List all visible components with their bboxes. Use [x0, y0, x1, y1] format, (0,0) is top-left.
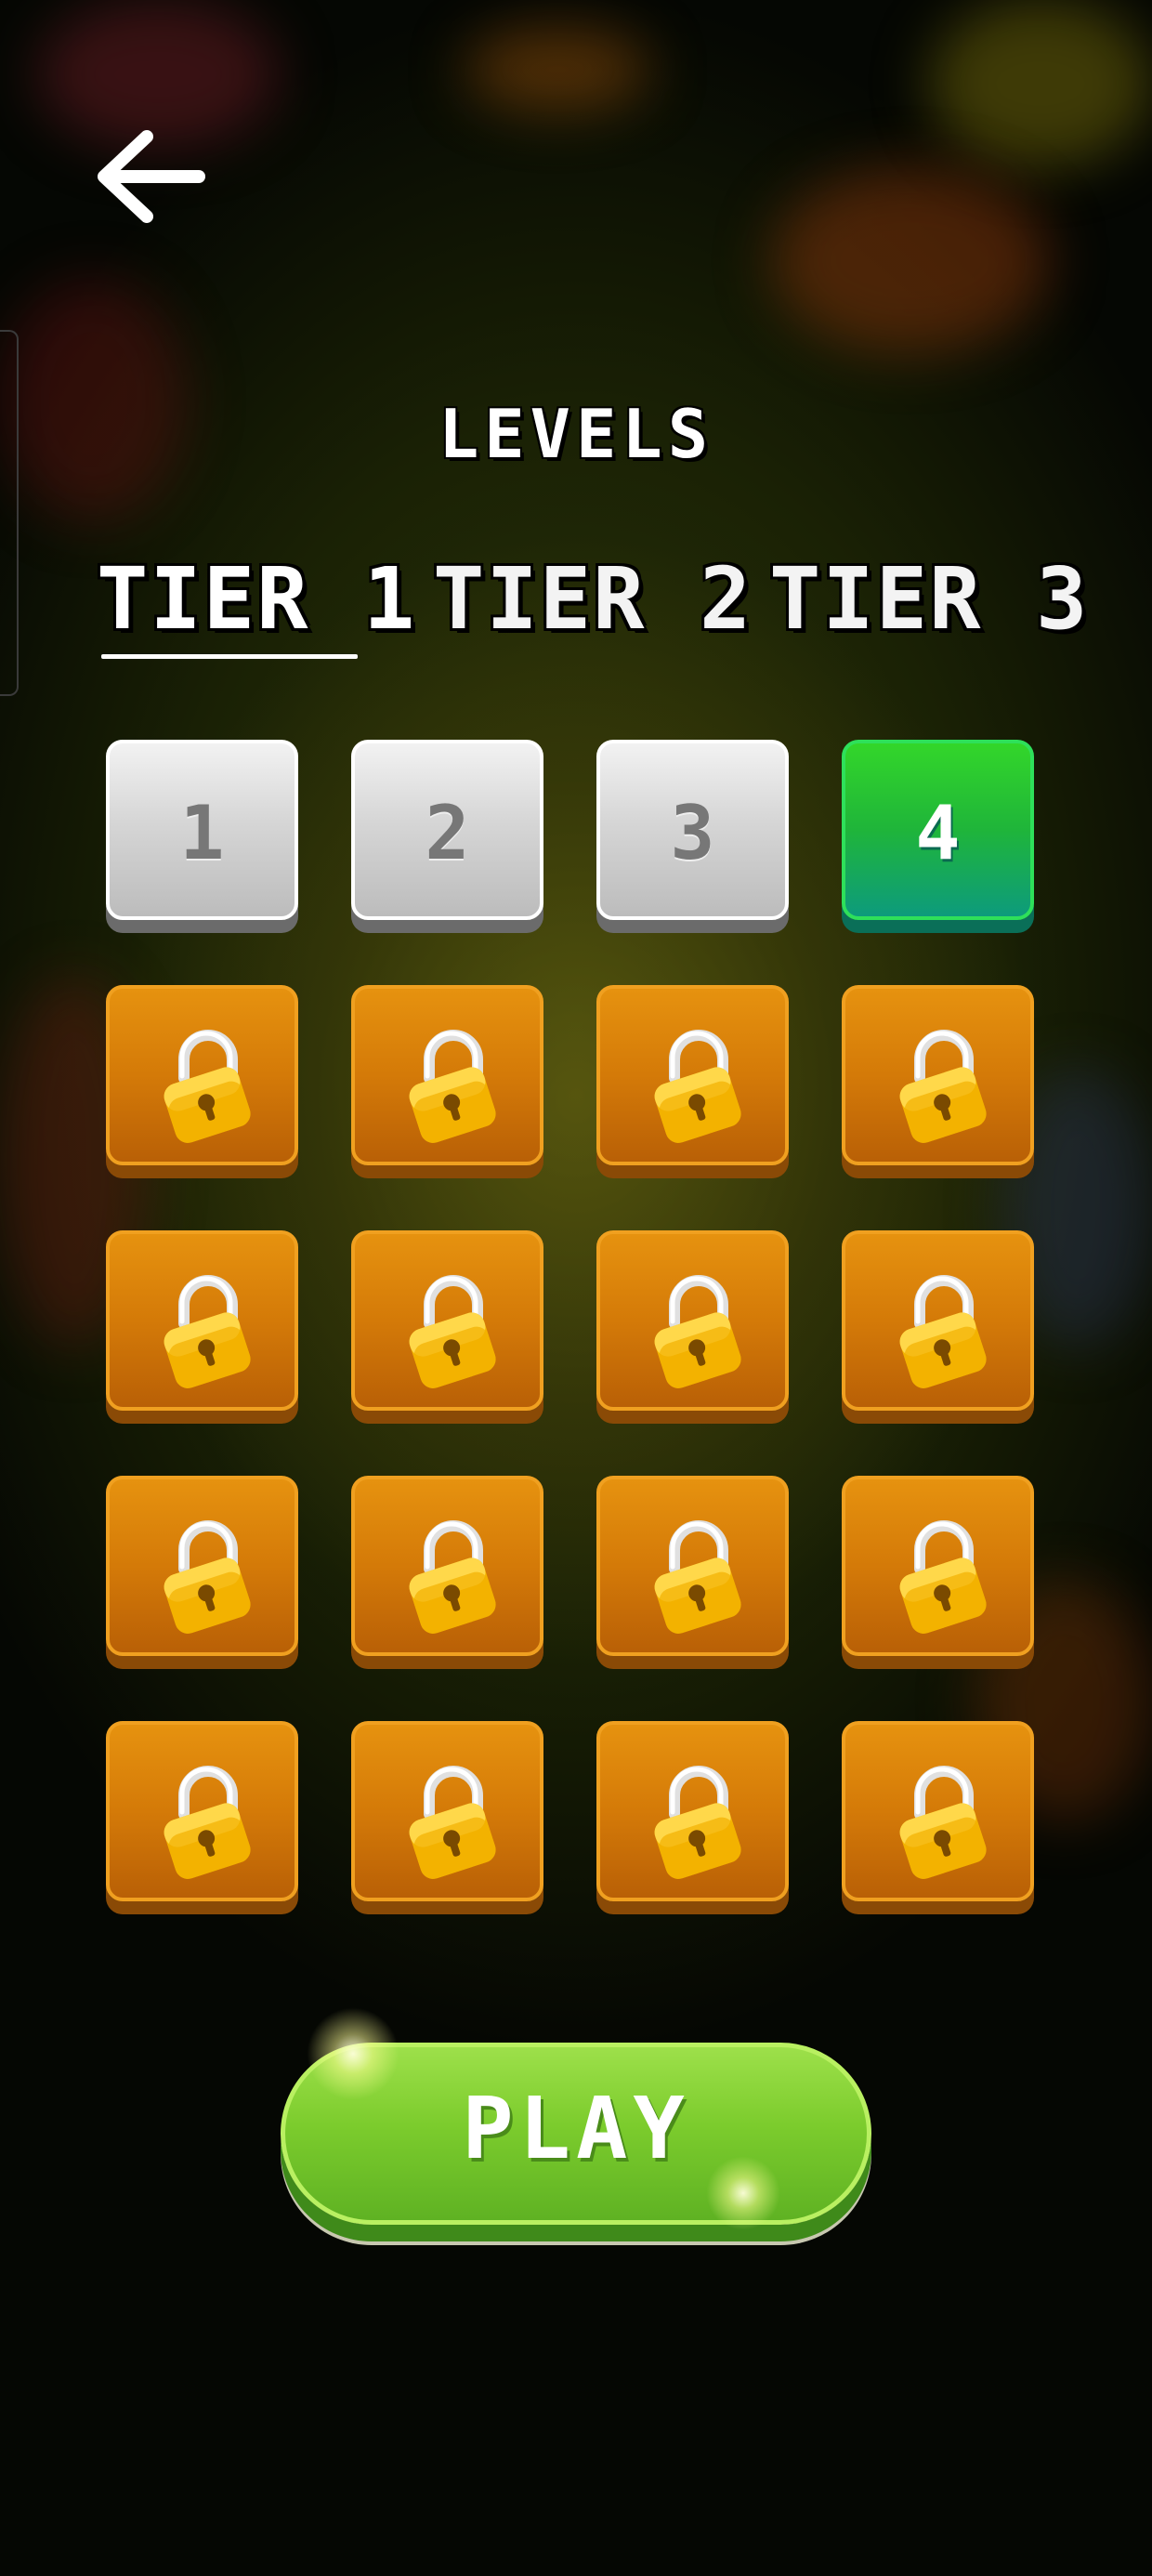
background-blob — [771, 167, 1050, 353]
level-tile[interactable]: 3 — [596, 740, 789, 920]
level-tile[interactable] — [842, 1476, 1034, 1656]
level-tile[interactable] — [106, 1476, 298, 1656]
padlock-icon — [401, 1513, 505, 1634]
padlock-icon — [156, 1268, 260, 1388]
level-tile[interactable] — [596, 1476, 789, 1656]
padlock-icon — [647, 1758, 751, 1879]
level-number: 4 — [915, 790, 961, 876]
padlock-icon — [647, 1022, 751, 1143]
tab-tier-1[interactable]: TIER 1 — [97, 548, 416, 651]
background-blob — [929, 0, 1152, 167]
side-edge-handle — [0, 330, 19, 696]
padlock-icon — [401, 1268, 505, 1388]
level-tile[interactable] — [596, 985, 789, 1165]
back-button[interactable] — [91, 125, 210, 228]
padlock-icon — [156, 1513, 260, 1634]
background-blob — [465, 28, 650, 112]
arrow-left-icon — [98, 130, 205, 223]
level-tile[interactable] — [106, 1230, 298, 1411]
play-button-label: PLAY — [462, 2079, 690, 2178]
selected-tab-indicator — [101, 654, 358, 659]
level-number: 2 — [425, 790, 470, 876]
level-tile[interactable] — [842, 1721, 1034, 1901]
level-tile[interactable] — [106, 985, 298, 1165]
level-tile[interactable] — [842, 985, 1034, 1165]
padlock-icon — [401, 1758, 505, 1879]
padlock-icon — [647, 1513, 751, 1634]
padlock-icon — [401, 1022, 505, 1143]
padlock-icon — [647, 1268, 751, 1388]
padlock-icon — [892, 1758, 996, 1879]
level-tile[interactable] — [351, 1721, 543, 1901]
level-tile[interactable] — [106, 1721, 298, 1901]
level-tile[interactable]: 4 — [842, 740, 1034, 920]
tab-tier-3[interactable]: TIER 3 — [769, 548, 1089, 651]
level-number: 3 — [670, 790, 715, 876]
padlock-icon — [156, 1022, 260, 1143]
level-number: 1 — [179, 790, 225, 876]
level-tile[interactable] — [351, 985, 543, 1165]
level-tile[interactable]: 2 — [351, 740, 543, 920]
level-tile[interactable] — [842, 1230, 1034, 1411]
level-tile[interactable] — [596, 1230, 789, 1411]
page-title: LEVELS — [438, 395, 714, 473]
level-tile[interactable] — [351, 1476, 543, 1656]
level-tile[interactable]: 1 — [106, 740, 298, 920]
level-tile[interactable] — [351, 1230, 543, 1411]
level-tile[interactable] — [596, 1721, 789, 1901]
play-button[interactable]: PLAY — [281, 2043, 871, 2225]
padlock-icon — [892, 1513, 996, 1634]
padlock-icon — [892, 1268, 996, 1388]
padlock-icon — [892, 1022, 996, 1143]
tab-tier-2[interactable]: TIER 2 — [433, 548, 753, 651]
padlock-icon — [156, 1758, 260, 1879]
